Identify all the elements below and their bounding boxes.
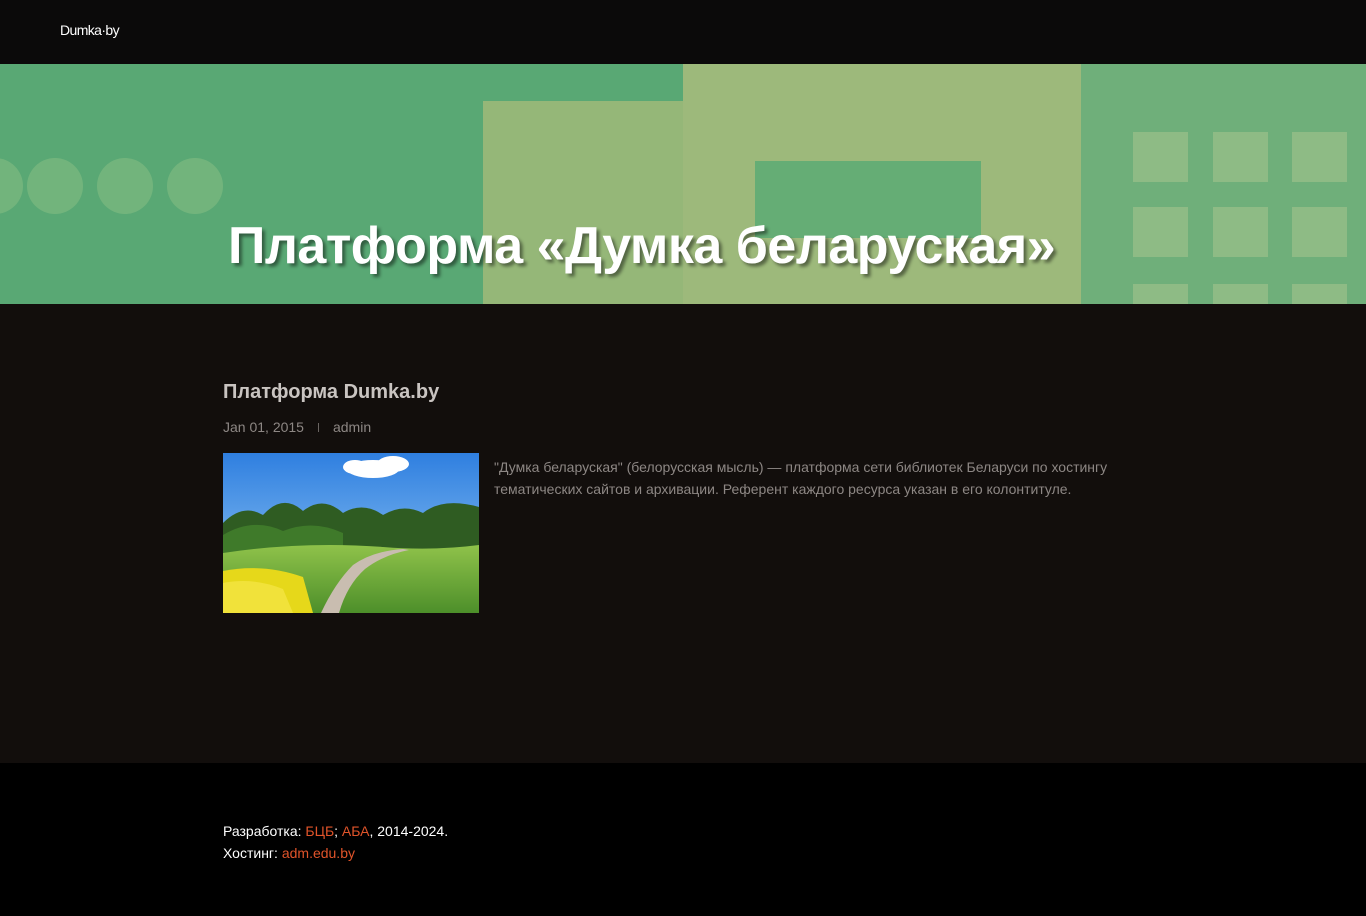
- post-meta: Jan 01, 2015 admin: [223, 419, 371, 435]
- dev-label: Разработка:: [223, 823, 306, 839]
- hero-banner: Платформа «Думка беларуская»: [0, 64, 1366, 304]
- link-hosting[interactable]: adm.edu.by: [282, 845, 355, 861]
- meta-divider: [317, 422, 319, 432]
- link-aba[interactable]: АБА: [342, 823, 370, 839]
- post-title-link[interactable]: Платформа Dumka.by: [223, 381, 439, 404]
- main-content: Платформа Dumka.by Jan 01, 2015 admin "Д…: [0, 304, 1366, 763]
- post-thumbnail[interactable]: [223, 453, 479, 613]
- landscape-image: [223, 453, 479, 613]
- post-author[interactable]: admin: [333, 419, 371, 435]
- footer-development-line: Разработка: БЦБ; АБА, 2014-2024.: [223, 820, 448, 842]
- hero-title: Платформа «Думка беларуская»: [228, 217, 1056, 275]
- hosting-label: Хостинг:: [223, 845, 282, 861]
- site-footer: Разработка: БЦБ; АБА, 2014-2024. Хостинг…: [0, 763, 1366, 916]
- top-navbar: Dumka·by: [0, 0, 1366, 64]
- post-excerpt: "Думка беларуская" (белорусская мысль) —…: [494, 459, 1108, 497]
- dev-years: , 2014-2024.: [369, 823, 449, 839]
- site-logo[interactable]: Dumka·by: [60, 22, 120, 38]
- footer-credits: Разработка: БЦБ; АБА, 2014-2024. Хостинг…: [223, 820, 448, 864]
- post-date: Jan 01, 2015: [223, 419, 304, 435]
- dev-separator: ;: [334, 823, 339, 839]
- footer-hosting-line: Хостинг: adm.edu.by: [223, 842, 448, 864]
- link-bcb[interactable]: БЦБ: [305, 823, 334, 839]
